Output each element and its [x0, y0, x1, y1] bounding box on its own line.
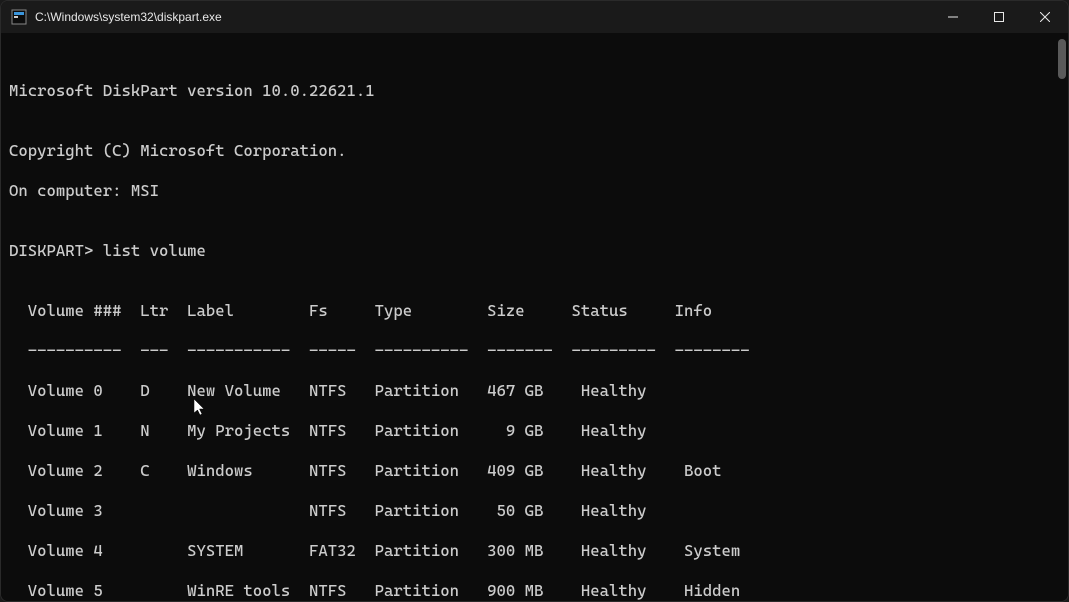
table-row: Volume 1 N My Projects NTFS Partition 9 … — [9, 421, 1068, 441]
maximize-button[interactable] — [976, 1, 1022, 33]
command-line: DISKPART> list volume — [9, 241, 1068, 261]
table-header: Volume ### Ltr Label Fs Type Size Status… — [9, 301, 1068, 321]
terminal-output[interactable]: Microsoft DiskPart version 10.0.22621.1 … — [1, 33, 1068, 601]
window-controls — [930, 1, 1068, 33]
output-line: Copyright (C) Microsoft Corporation. — [9, 141, 1068, 161]
prompt: DISKPART> — [9, 241, 93, 260]
minimize-button[interactable] — [930, 1, 976, 33]
table-row: Volume 4 SYSTEM FAT32 Partition 300 MB H… — [9, 541, 1068, 561]
app-icon — [11, 9, 27, 25]
output-line: Microsoft DiskPart version 10.0.22621.1 — [9, 81, 1068, 101]
scrollbar-thumb[interactable] — [1058, 39, 1066, 79]
command-text: list volume — [93, 241, 206, 260]
table-separator: ---------- --- ----------- ----- -------… — [9, 341, 1068, 361]
window-title: C:\Windows\system32\diskpart.exe — [35, 10, 930, 24]
table-row: Volume 0 D New Volume NTFS Partition 467… — [9, 381, 1068, 401]
titlebar[interactable]: C:\Windows\system32\diskpart.exe — [1, 1, 1068, 33]
diskpart-window: C:\Windows\system32\diskpart.exe Microso… — [0, 0, 1069, 602]
close-button[interactable] — [1022, 1, 1068, 33]
table-row: Volume 3 NTFS Partition 50 GB Healthy — [9, 501, 1068, 521]
table-row: Volume 5 WinRE tools NTFS Partition 900 … — [9, 581, 1068, 601]
table-row: Volume 2 C Windows NTFS Partition 409 GB… — [9, 461, 1068, 481]
output-line: On computer: MSI — [9, 181, 1068, 201]
